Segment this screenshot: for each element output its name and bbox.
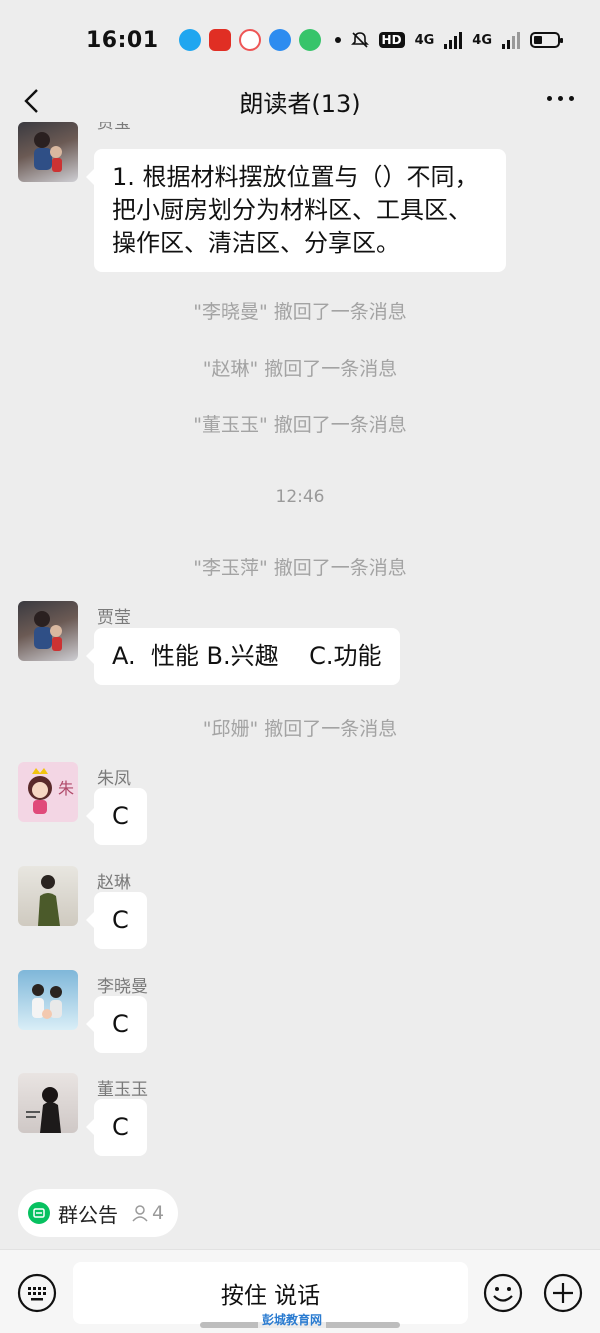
chat-area[interactable]: 贾莹 1. 根据材料摆放位置与（）不同， 把小厨房划分为材料区、工具区、 操作区…: [0, 122, 600, 1177]
network-label-1: 4G: [414, 32, 435, 48]
page-title: 朗读者(13): [239, 89, 361, 118]
more-icon[interactable]: [547, 96, 574, 101]
sender-name: 贾莹: [97, 122, 131, 133]
battery-icon: [530, 32, 563, 48]
avatar-photo-icon: [34, 611, 62, 651]
back-icon[interactable]: [18, 86, 48, 116]
avatar-photo-icon: [34, 132, 62, 172]
map-pin-icon: [238, 29, 261, 51]
message-line: 把小厨房划分为材料区、工具区、: [112, 196, 472, 224]
recall-notice: "邱姗" 撤回了一条消息: [202, 718, 398, 740]
portrait-avatar-icon: [26, 1087, 61, 1133]
message-bubble[interactable]: C: [86, 996, 147, 1053]
svg-text:朱: 朱: [58, 779, 74, 798]
message-bubble[interactable]: C: [86, 892, 147, 949]
emoji-icon[interactable]: [482, 1272, 524, 1314]
plus-icon[interactable]: [542, 1272, 584, 1314]
announcement-label: 群公告: [58, 1202, 118, 1227]
signal-icon: [444, 31, 463, 49]
signal-icon-2: [502, 31, 520, 49]
hd-badge: HD: [378, 32, 405, 48]
keyboard-icon[interactable]: [16, 1272, 58, 1314]
portrait-avatar-icon: [38, 875, 60, 926]
recall-notice: "赵琳" 撤回了一条消息: [202, 358, 398, 380]
sender-name: 李晓曼: [97, 977, 148, 997]
sender-name: 朱凤: [97, 769, 131, 789]
message-bubble[interactable]: C: [86, 1099, 147, 1156]
group-announcement-button[interactable]: 群公告 4: [18, 1189, 178, 1237]
chat-header: 朗读者(13): [0, 80, 600, 122]
recall-notice: "李玉萍" 撤回了一条消息: [193, 557, 407, 579]
network-label-2: 4G: [472, 32, 492, 48]
message-line: 操作区、清洁区、分享区。: [112, 229, 400, 257]
message-bubble[interactable]: 1. 根据材料摆放位置与（）不同， 把小厨房划分为材料区、工具区、 操作区、清洁…: [86, 149, 506, 272]
status-time: 16:01: [86, 27, 159, 53]
avatar[interactable]: [18, 866, 78, 926]
pinduoduo-icon: [208, 29, 231, 51]
status-bar: 16:01 HD 4G 4G: [0, 0, 600, 80]
avatar[interactable]: [18, 1073, 78, 1133]
mute-bell-icon: [350, 32, 369, 48]
sender-name: 董玉玉: [97, 1080, 148, 1100]
browser-icon: [268, 29, 291, 51]
sender-name: 贾莹: [97, 608, 131, 628]
family-photo-avatar-icon: [32, 984, 62, 1019]
message-line: 1. 根据材料摆放位置与（）不同，: [112, 163, 479, 191]
avatar[interactable]: [18, 601, 78, 661]
timestamp: 12:46: [275, 487, 325, 507]
message-bubble[interactable]: A. 性能 B.兴趣 C.功能: [86, 628, 400, 685]
avatar[interactable]: [18, 122, 78, 182]
avatar[interactable]: 朱: [18, 762, 78, 822]
recall-notice: "董玉玉" 撤回了一条消息: [193, 414, 407, 436]
message-bubble[interactable]: C: [86, 788, 147, 845]
member-icon: [132, 1205, 148, 1222]
announcement-strip: 群公告 4: [0, 1177, 600, 1249]
announcement-icon: [28, 1202, 50, 1224]
watermark: 彭城教育网: [258, 1311, 327, 1328]
battery-level: [534, 36, 542, 44]
qq-icon: [178, 29, 201, 51]
video-app-icon: [298, 29, 321, 51]
avatar[interactable]: [18, 970, 78, 1030]
notification-icons: [178, 29, 341, 51]
recall-notice: "李晓曼" 撤回了一条消息: [193, 301, 407, 323]
more-notifications-icon: [334, 37, 341, 43]
cartoon-avatar-icon: 朱: [28, 768, 74, 814]
member-count: 4: [152, 1202, 165, 1224]
sender-name: 赵琳: [97, 873, 131, 893]
